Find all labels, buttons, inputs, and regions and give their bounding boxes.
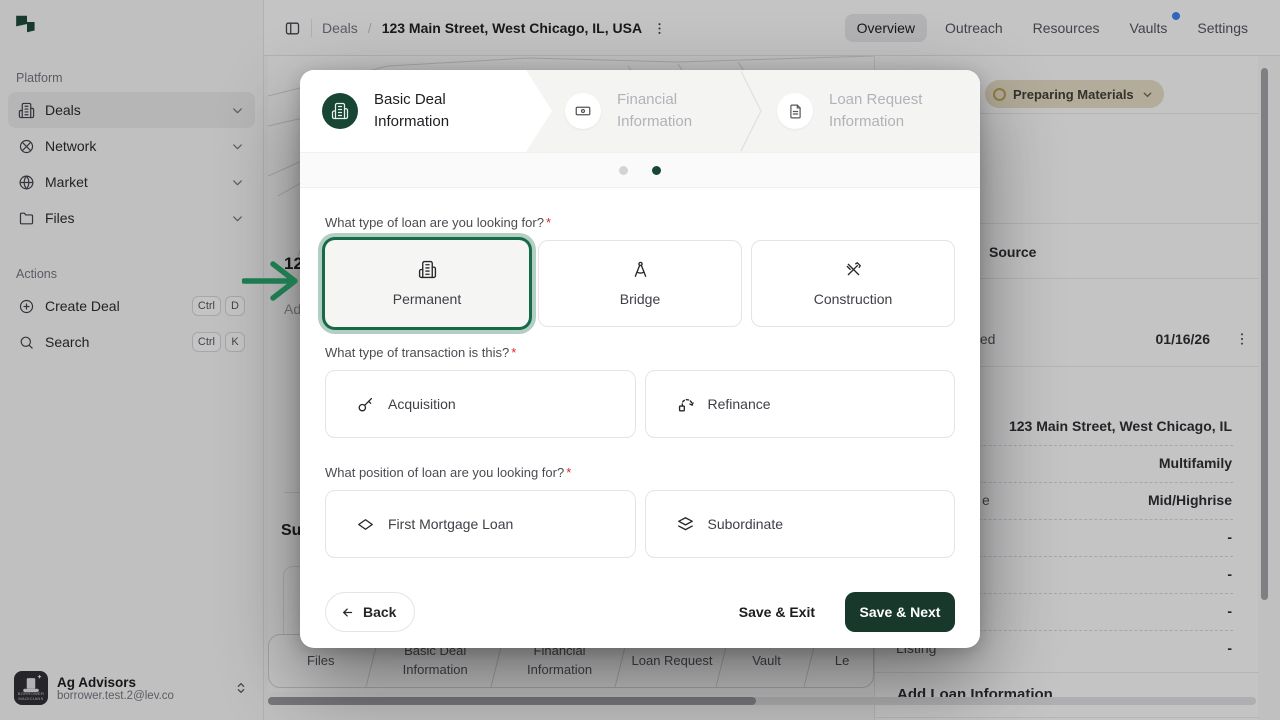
page-dot[interactable] <box>619 166 628 175</box>
option-first-mortgage-loan[interactable]: First Mortgage Loan <box>325 490 636 558</box>
page-dot-active[interactable] <box>652 166 661 175</box>
banknote-icon <box>574 102 592 120</box>
required-asterisk: * <box>566 465 571 480</box>
diamond-icon <box>356 515 375 534</box>
step-chevron-separator <box>740 70 762 152</box>
option-label: Construction <box>814 291 893 307</box>
option-refinance[interactable]: Refinance <box>645 370 956 438</box>
question-loan-position: What position of loan are you looking fo… <box>325 465 955 558</box>
option-acquisition[interactable]: Acquisition <box>325 370 636 438</box>
option-construction[interactable]: Construction <box>751 240 955 327</box>
back-button[interactable]: Back <box>325 592 415 632</box>
option-label: Permanent <box>393 291 461 307</box>
deal-wizard-modal: Basic Deal Information Financial Informa… <box>300 70 980 648</box>
layers-icon <box>676 515 695 534</box>
wizard-step-title: Basic Deal Information <box>374 89 494 133</box>
wizard-step-basic-deal-information[interactable]: Basic Deal Information <box>300 70 552 152</box>
file-text-icon <box>787 103 804 120</box>
save-and-next-button[interactable]: Save & Next <box>845 592 955 632</box>
refresh-icon <box>676 395 695 414</box>
wizard-steps-header: Basic Deal Information Financial Informa… <box>300 70 980 152</box>
wizard-step-title: Financial Information <box>617 89 737 133</box>
wizard-step-financial-information[interactable]: Financial Information <box>552 70 737 152</box>
required-asterisk: * <box>511 345 516 360</box>
save-and-exit-button[interactable]: Save & Exit <box>725 592 829 632</box>
option-bridge[interactable]: Bridge <box>538 240 742 327</box>
drafting-compass-icon <box>631 260 650 279</box>
modal-footer: Back Save & Exit Save & Next <box>325 592 955 632</box>
option-subordinate[interactable]: Subordinate <box>645 490 956 558</box>
option-permanent[interactable]: Permanent <box>325 240 529 327</box>
option-label: Refinance <box>708 396 771 412</box>
option-label: First Mortgage Loan <box>388 516 513 532</box>
app-window: 12 Ad Su Files Basic Deal Information Fi… <box>0 0 1280 720</box>
option-label: Bridge <box>620 291 660 307</box>
tools-icon <box>844 260 863 279</box>
question-label: What type of loan are you looking for?* <box>325 215 955 230</box>
question-label: What type of transaction is this?* <box>325 345 955 360</box>
building-icon <box>331 102 349 120</box>
arrow-left-icon <box>340 605 355 620</box>
question-transaction-type: What type of transaction is this?* Acqui… <box>325 345 955 438</box>
back-label: Back <box>363 604 396 620</box>
question-loan-type: What type of loan are you looking for?* … <box>325 215 955 327</box>
annotation-arrow-icon <box>242 260 304 302</box>
wizard-step-loan-request-information[interactable]: Loan Request Information <box>762 70 949 152</box>
question-label: What position of loan are you looking fo… <box>325 465 955 480</box>
required-asterisk: * <box>546 215 551 230</box>
option-label: Acquisition <box>388 396 456 412</box>
building-icon <box>418 260 437 279</box>
wizard-step-title: Loan Request Information <box>829 89 949 133</box>
key-icon <box>356 395 375 414</box>
wizard-pagination <box>300 152 980 188</box>
option-label: Subordinate <box>708 516 784 532</box>
